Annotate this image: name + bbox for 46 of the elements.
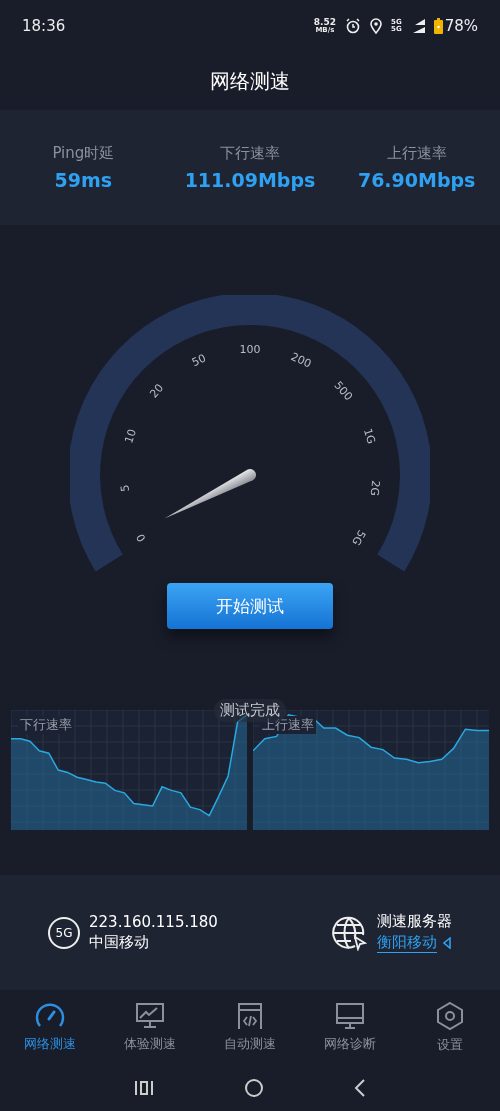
clock: 18:36 xyxy=(22,17,66,35)
gauge-tick-label: 1G xyxy=(360,426,378,446)
network-speed: 8.52 xyxy=(313,18,337,27)
toast-message: 测试完成 xyxy=(214,699,286,722)
start-test-button[interactable]: 开始测试 xyxy=(167,583,333,629)
server-label: 测速服务器 xyxy=(377,912,452,931)
gauge-tick-label: 50 xyxy=(189,351,208,370)
monitor-icon xyxy=(335,1002,365,1030)
stat-value: 76.90Mbps xyxy=(357,169,476,191)
gauge-tick-label: 200 xyxy=(288,350,314,371)
monitor-chart-icon xyxy=(135,1002,165,1030)
stat-value: 59ms xyxy=(54,169,113,191)
tab-item[interactable]: 设置 xyxy=(400,990,500,1065)
back-icon[interactable] xyxy=(354,1079,366,1097)
tab-item[interactable]: 体验测速 xyxy=(100,990,200,1065)
gauge-tick-label: 10 xyxy=(122,427,139,445)
home-icon[interactable] xyxy=(244,1078,264,1098)
caret-icon[interactable] xyxy=(443,937,451,949)
tab-item[interactable]: 网络诊断 xyxy=(300,990,400,1065)
stat-label: 上行速率 xyxy=(386,144,447,163)
graph-label: 下行速率 xyxy=(18,716,74,734)
tab-item[interactable]: 网络测速 xyxy=(0,990,100,1065)
stat-label: Ping时延 xyxy=(52,144,115,163)
stat-value: 111.09Mbps xyxy=(184,169,316,191)
graph-label: 上行速率 xyxy=(259,716,316,734)
globe-cursor-icon xyxy=(331,914,367,951)
battery-percent: 78% xyxy=(444,17,478,35)
location-icon xyxy=(370,18,383,34)
page-title: 网络测速 xyxy=(210,67,290,95)
code-window-icon xyxy=(236,1002,264,1030)
network-badge: 5G xyxy=(48,916,80,949)
battery-icon xyxy=(433,18,443,34)
gauge-tick-label: 5 xyxy=(118,483,132,493)
recent-apps-icon[interactable] xyxy=(134,1080,154,1096)
carrier-name: 中国移动 xyxy=(89,933,150,952)
alarm-icon xyxy=(345,18,362,34)
gauge-tick-label: 0 xyxy=(133,531,149,545)
gauge-tick-label: 2G xyxy=(367,479,383,497)
gauge-tick-label: 5G xyxy=(349,527,369,548)
tab-item[interactable]: 自动测速 xyxy=(200,990,300,1065)
stat-label: 下行速率 xyxy=(220,144,280,163)
ip-address: 223.160.115.180 xyxy=(89,913,218,931)
settings-icon xyxy=(436,1001,464,1031)
server-link[interactable]: 衡阳移动 xyxy=(377,933,437,953)
gauge-tick-label: 20 xyxy=(147,381,167,401)
gauge-tick-label: 100 xyxy=(239,343,261,356)
